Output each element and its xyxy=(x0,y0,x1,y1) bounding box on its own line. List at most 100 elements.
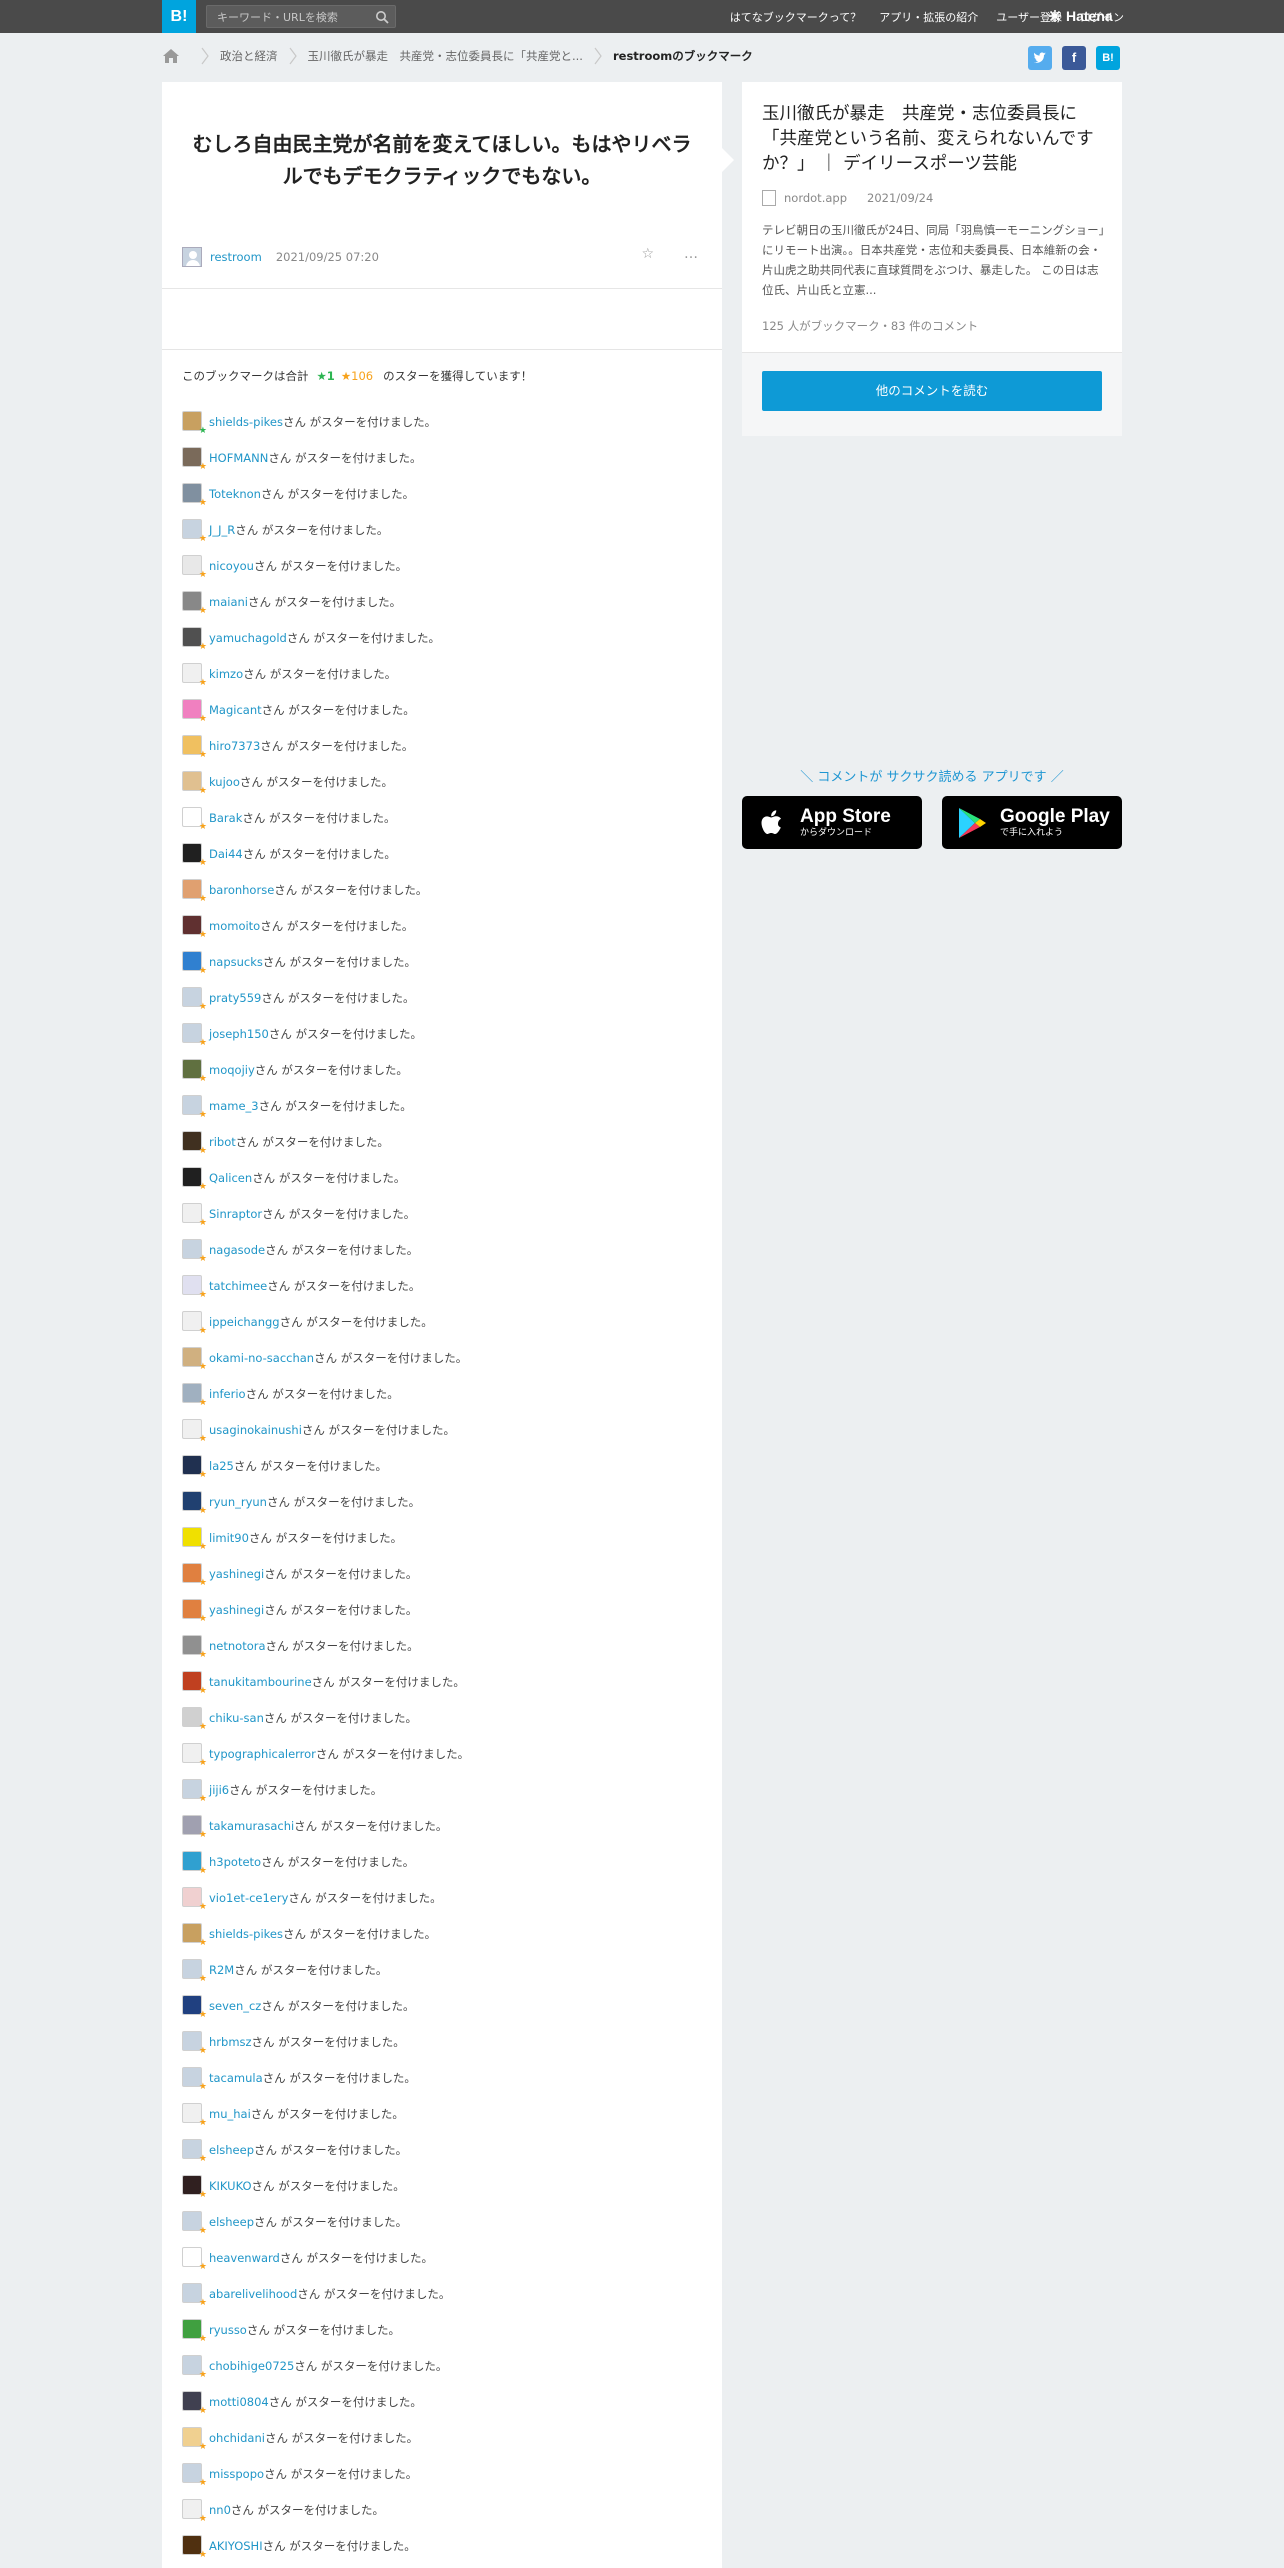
star-user-avatar[interactable]: ★ xyxy=(182,1491,207,1516)
star-user-name[interactable]: J_J_R xyxy=(209,523,235,537)
star-user-name[interactable]: ryusso xyxy=(209,2323,247,2337)
star-user-name[interactable]: hrbmsz xyxy=(209,2035,252,2049)
star-user-name[interactable]: baronhorse xyxy=(209,883,274,897)
nav-about[interactable]: はてなブックマークって？ xyxy=(730,9,861,25)
star-user-name[interactable]: takamurasachi xyxy=(209,1819,294,1833)
star-user-name[interactable]: vio1et-ce1ery xyxy=(209,1891,288,1905)
facebook-share-button[interactable]: f xyxy=(1062,46,1086,70)
star-user-name[interactable]: HOFMANN xyxy=(209,451,268,465)
star-user-avatar[interactable]: ★ xyxy=(182,1311,207,1336)
star-user-avatar[interactable]: ★ xyxy=(182,2211,207,2236)
star-user-avatar[interactable]: ★ xyxy=(182,591,207,616)
star-user-name[interactable]: typographicalerror xyxy=(209,1747,316,1761)
star-user-name[interactable]: kimzo xyxy=(209,667,243,681)
star-user-name[interactable]: nn0 xyxy=(209,2503,231,2517)
star-user-name[interactable]: hiro7373 xyxy=(209,739,260,753)
star-user-avatar[interactable]: ★ xyxy=(182,411,207,436)
star-user-name[interactable]: ribot xyxy=(209,1135,236,1149)
star-user-avatar[interactable]: ★ xyxy=(182,519,207,544)
star-user-avatar[interactable]: ★ xyxy=(182,2283,207,2308)
star-user-avatar[interactable]: ★ xyxy=(182,1815,207,1840)
star-user-name[interactable]: ippeichangg xyxy=(209,1315,280,1329)
star-user-avatar[interactable]: ★ xyxy=(182,1383,207,1408)
star-user-name[interactable]: AKIYOSHI xyxy=(209,2539,263,2553)
star-user-name[interactable]: shields-pikes xyxy=(209,415,283,429)
star-user-avatar[interactable]: ★ xyxy=(182,1167,207,1192)
star-user-avatar[interactable]: ★ xyxy=(182,1203,207,1228)
star-user-name[interactable]: seven_cz xyxy=(209,1999,261,2013)
star-user-name[interactable]: praty559 xyxy=(209,991,261,1005)
star-user-name[interactable]: motti0804 xyxy=(209,2395,269,2409)
star-user-avatar[interactable]: ★ xyxy=(182,2139,207,2164)
star-user-avatar[interactable]: ★ xyxy=(182,2535,207,2560)
star-user-name[interactable]: limit90 xyxy=(209,1531,249,1545)
star-user-avatar[interactable]: ★ xyxy=(182,843,207,868)
star-user-name[interactable]: h3poteto xyxy=(209,1855,261,1869)
star-user-avatar[interactable]: ★ xyxy=(182,483,207,508)
star-user-avatar[interactable]: ★ xyxy=(182,1455,207,1480)
star-user-avatar[interactable]: ★ xyxy=(182,951,207,976)
star-user-avatar[interactable]: ★ xyxy=(182,1347,207,1372)
star-user-avatar[interactable]: ★ xyxy=(182,1851,207,1876)
star-user-name[interactable]: abarelivelihood xyxy=(209,2287,297,2301)
avatar[interactable] xyxy=(182,247,202,267)
star-user-name[interactable]: kujoo xyxy=(209,775,240,789)
search-box[interactable] xyxy=(206,5,396,28)
star-user-name[interactable]: mame_3 xyxy=(209,1099,259,1113)
star-user-name[interactable]: Dai44 xyxy=(209,847,243,861)
star-user-name[interactable]: ohchidani xyxy=(209,2431,265,2445)
star-user-name[interactable]: yashinegi xyxy=(209,1603,264,1617)
star-user-avatar[interactable]: ★ xyxy=(182,2247,207,2272)
star-user-name[interactable]: KIKUKO xyxy=(209,2179,252,2193)
star-user-avatar[interactable]: ★ xyxy=(182,447,207,472)
star-user-avatar[interactable]: ★ xyxy=(182,2427,207,2452)
star-user-avatar[interactable]: ★ xyxy=(182,879,207,904)
hatena-brand[interactable]: Hatena xyxy=(1048,8,1113,24)
star-user-name[interactable]: yamuchagold xyxy=(209,631,287,645)
star-user-avatar[interactable]: ★ xyxy=(182,1131,207,1156)
star-user-avatar[interactable]: ★ xyxy=(182,1995,207,2020)
hatena-share-button[interactable]: B! xyxy=(1096,46,1120,70)
star-user-name[interactable]: yashinegi xyxy=(209,1567,264,1581)
star-user-avatar[interactable]: ★ xyxy=(182,1743,207,1768)
entry-title[interactable]: 玉川徹氏が暴走 共産党・志位委員長に「共産党という名前、変えられないんですか？」… xyxy=(762,102,1107,177)
read-more-comments-button[interactable]: 他のコメントを読む xyxy=(762,371,1102,411)
star-user-name[interactable]: tacamula xyxy=(209,2071,263,2085)
star-user-name[interactable]: misspopo xyxy=(209,2467,264,2481)
star-user-name[interactable]: joseph150 xyxy=(209,1027,269,1041)
star-user-name[interactable]: elsheep xyxy=(209,2215,254,2229)
entry-bookmark-count[interactable]: 125 人がブックマーク・83 件のコメント xyxy=(762,318,978,334)
hatena-bookmark-logo[interactable]: B! xyxy=(162,0,196,33)
star-user-avatar[interactable]: ★ xyxy=(182,2391,207,2416)
star-user-name[interactable]: maiani xyxy=(209,595,248,609)
star-user-avatar[interactable]: ★ xyxy=(182,1059,207,1084)
star-user-name[interactable]: napsucks xyxy=(209,955,263,969)
star-user-avatar[interactable]: ★ xyxy=(182,771,207,796)
star-user-name[interactable]: chiku-san xyxy=(209,1711,264,1725)
star-user-avatar[interactable]: ★ xyxy=(182,2067,207,2092)
star-user-avatar[interactable]: ★ xyxy=(182,915,207,940)
star-user-avatar[interactable]: ★ xyxy=(182,1419,207,1444)
more-options-icon[interactable]: … xyxy=(684,246,698,262)
star-user-avatar[interactable]: ★ xyxy=(182,1635,207,1660)
star-user-avatar[interactable]: ★ xyxy=(182,1671,207,1696)
star-user-name[interactable]: usaginokainushi xyxy=(209,1423,302,1437)
star-user-avatar[interactable]: ★ xyxy=(182,735,207,760)
star-user-name[interactable]: Sinraptor xyxy=(209,1207,262,1221)
star-user-name[interactable]: momoito xyxy=(209,919,260,933)
star-user-name[interactable]: nicoyou xyxy=(209,559,254,573)
twitter-share-button[interactable] xyxy=(1028,46,1052,70)
star-user-name[interactable]: elsheep xyxy=(209,2143,254,2157)
star-user-avatar[interactable]: ★ xyxy=(182,663,207,688)
star-user-name[interactable]: heavenward xyxy=(209,2251,280,2265)
star-user-avatar[interactable]: ★ xyxy=(182,1239,207,1264)
star-user-name[interactable]: Magicant xyxy=(209,703,262,717)
star-user-name[interactable]: nagasode xyxy=(209,1243,265,1257)
star-user-avatar[interactable]: ★ xyxy=(182,807,207,832)
star-user-avatar[interactable]: ★ xyxy=(182,1923,207,1948)
search-icon[interactable] xyxy=(375,10,389,24)
star-user-name[interactable]: jiji6 xyxy=(209,1783,229,1797)
star-user-avatar[interactable]: ★ xyxy=(182,555,207,580)
star-user-avatar[interactable]: ★ xyxy=(182,2031,207,2056)
star-user-avatar[interactable]: ★ xyxy=(182,2175,207,2200)
